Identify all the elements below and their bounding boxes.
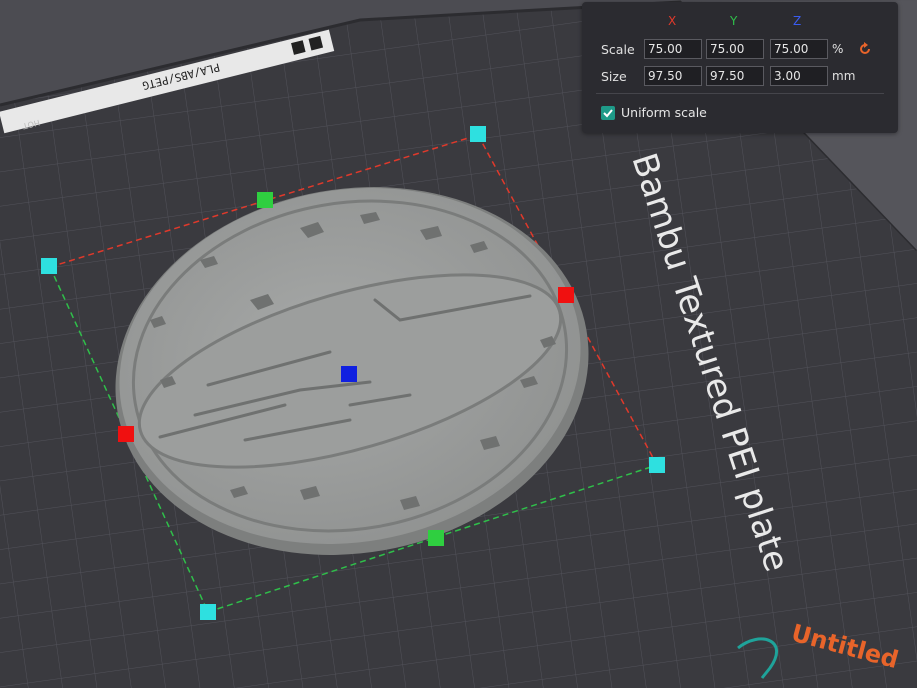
size-unit: mm (832, 69, 856, 83)
size-z-input[interactable] (770, 66, 828, 86)
axis-x-label: X (668, 14, 677, 28)
scale-handle-y-bottom[interactable] (428, 530, 444, 546)
size-x-input[interactable] (644, 66, 702, 86)
scale-handle-x-right[interactable] (558, 287, 574, 303)
scale-handle-corner-br[interactable] (649, 457, 665, 473)
scale-handle-z-center[interactable] (341, 366, 357, 382)
scale-y-input[interactable] (706, 39, 764, 59)
scale-handle-corner-bl[interactable] (200, 604, 216, 620)
checkmark-icon (603, 109, 613, 118)
panel-divider (596, 93, 884, 94)
scale-panel: X Y Z Scale % Size mm Uniform scale (582, 2, 898, 133)
scale-x-input[interactable] (644, 39, 702, 59)
scale-handle-y-top[interactable] (257, 192, 273, 208)
uniform-scale-checkbox[interactable] (601, 106, 615, 120)
scale-row-label: Scale (601, 42, 635, 57)
reset-rotate-icon[interactable] (858, 42, 872, 56)
scale-handle-corner-tr[interactable] (470, 126, 486, 142)
scale-handle-x-left[interactable] (118, 426, 134, 442)
uniform-scale-label: Uniform scale (621, 105, 707, 120)
scale-z-input[interactable] (770, 39, 828, 59)
scale-handle-corner-tl[interactable] (41, 258, 57, 274)
axis-y-label: Y (730, 14, 738, 28)
axis-z-label: Z (793, 14, 802, 28)
size-row-label: Size (601, 69, 627, 84)
size-y-input[interactable] (706, 66, 764, 86)
scale-unit: % (832, 42, 844, 56)
